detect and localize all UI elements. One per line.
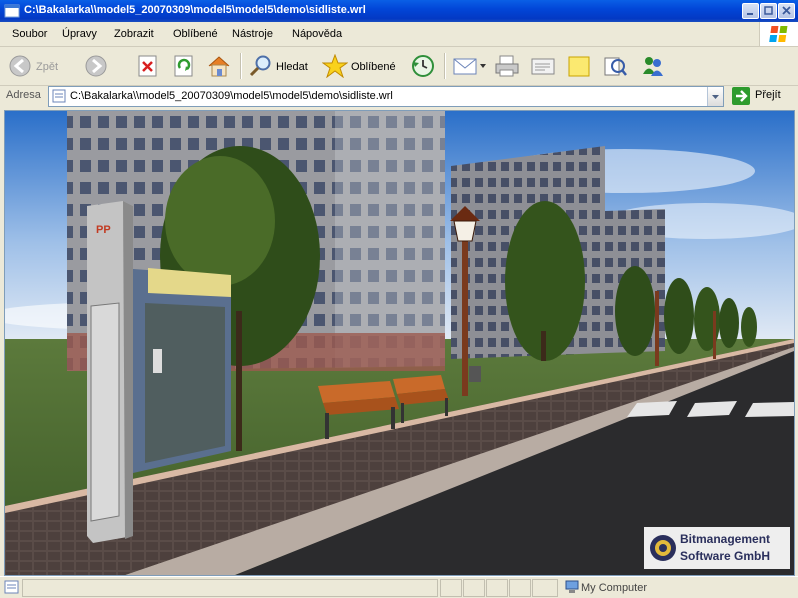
tree-trunk [236,311,242,451]
address-input[interactable]: C:\Bakalarka\\model5_20070309\model5\mod… [48,86,724,107]
status-pane [532,579,558,597]
crosswalk-stripe [745,402,794,417]
window-title: C:\Bakalarka\\model5_20070309\model5\mod… [24,4,366,16]
menu-file[interactable]: Soubor [12,28,47,40]
menu-help[interactable]: Nápověda [292,28,342,40]
history-button[interactable] [410,51,438,81]
logo-line1: Bitmanagement [680,532,771,546]
search-icon [249,55,271,77]
street-lamp-post [713,311,716,359]
forward-button[interactable] [84,51,122,81]
tree [719,298,739,348]
vrml-viewport[interactable]: PP Bitmanagement Software GmbH [4,110,795,576]
status-pane [463,579,485,597]
forward-arrow-icon [85,55,107,77]
tree-foliage [165,156,275,286]
ie-icon [4,4,20,18]
tree [741,307,757,347]
home-button[interactable] [206,51,234,81]
back-arrow-icon [9,55,31,77]
maximize-icon [764,6,773,15]
page-icon [52,89,66,103]
refresh-icon [174,55,193,77]
menu-bar: Soubor Úpravy Zobrazit Oblíbené Nástroje… [0,22,798,47]
title-bar: C:\Bakalarka\\model5_20070309\model5\mod… [0,0,798,22]
address-label: Adresa [6,89,41,101]
status-pane [440,579,462,597]
star-icon [322,54,348,78]
status-pane [509,579,531,597]
toolbar-separator [444,53,446,79]
windows-logo [759,22,798,46]
mail-icon [453,58,486,75]
note-icon [568,56,590,77]
tree [664,278,694,354]
go-button[interactable]: Přejít [731,86,781,106]
menu-favorites[interactable]: Oblíbené [173,28,218,40]
security-zone: My Computer [565,580,647,597]
stop-icon [138,55,157,77]
status-text [22,579,438,597]
refresh-button[interactable] [172,51,198,81]
research-icon [604,57,627,76]
search-button[interactable]: Hledat [248,51,314,81]
street-lamp-post [462,236,468,396]
messenger-icon [643,57,663,76]
back-button[interactable]: Zpět [8,51,62,81]
bitmanagement-logo-icon [650,535,676,561]
computer-icon [565,580,579,593]
favorites-button[interactable]: Oblíbené [322,51,400,81]
back-label: Zpět [36,61,59,73]
stop-button[interactable] [136,51,162,81]
info-pillar [87,201,133,543]
tree [615,266,655,356]
close-button[interactable] [778,3,795,19]
home-icon [208,56,230,77]
tree [694,287,720,351]
trash-bin [469,366,481,382]
tree-trunk [541,331,546,361]
discuss-button[interactable] [566,51,594,81]
address-bar: Adresa C:\Bakalarka\\model5_20070309\mod… [0,86,798,108]
menu-view[interactable]: Zobrazit [114,28,154,40]
menu-edit[interactable]: Úpravy [62,28,97,40]
edit-page-icon [531,58,555,75]
building-side [335,111,445,368]
mail-button[interactable] [452,51,488,81]
zone-label: My Computer [581,582,648,594]
windows-flag-icon [769,26,788,42]
research-button[interactable] [602,51,630,81]
minimize-icon [747,13,753,15]
bitmanagement-logo[interactable]: Bitmanagement Software GmbH [644,527,790,569]
address-dropdown[interactable] [707,87,723,106]
phone-sign: PP [96,224,111,236]
edit-button[interactable] [530,51,558,81]
favorites-label: Oblíbené [351,61,396,73]
printer-icon [495,55,519,77]
status-pane [486,579,508,597]
print-button[interactable] [494,51,522,81]
search-label: Hledat [276,61,308,73]
history-icon [412,55,434,77]
logo-line2: Software GmbH [680,549,771,563]
go-arrow-icon [732,87,750,105]
minimize-button[interactable] [742,3,759,19]
street-lamp-light [453,220,477,242]
go-label: Přejít [755,89,781,101]
toolbar-separator [240,53,242,79]
address-url: C:\Bakalarka\\model5_20070309\model5\mod… [70,90,393,102]
status-bar: My Computer [0,576,798,598]
menu-tools[interactable]: Nástroje [232,28,273,40]
messenger-button[interactable] [640,51,668,81]
maximize-button[interactable] [760,3,777,19]
ie-status-icon [4,580,19,594]
scene-3d[interactable]: PP [5,111,794,575]
phone-booth [133,268,231,473]
chevron-down-icon [712,95,719,99]
close-icon [782,6,791,15]
toolbar: Zpět Hledat Oblíbené [0,47,798,86]
street-lamp-post [655,291,659,366]
